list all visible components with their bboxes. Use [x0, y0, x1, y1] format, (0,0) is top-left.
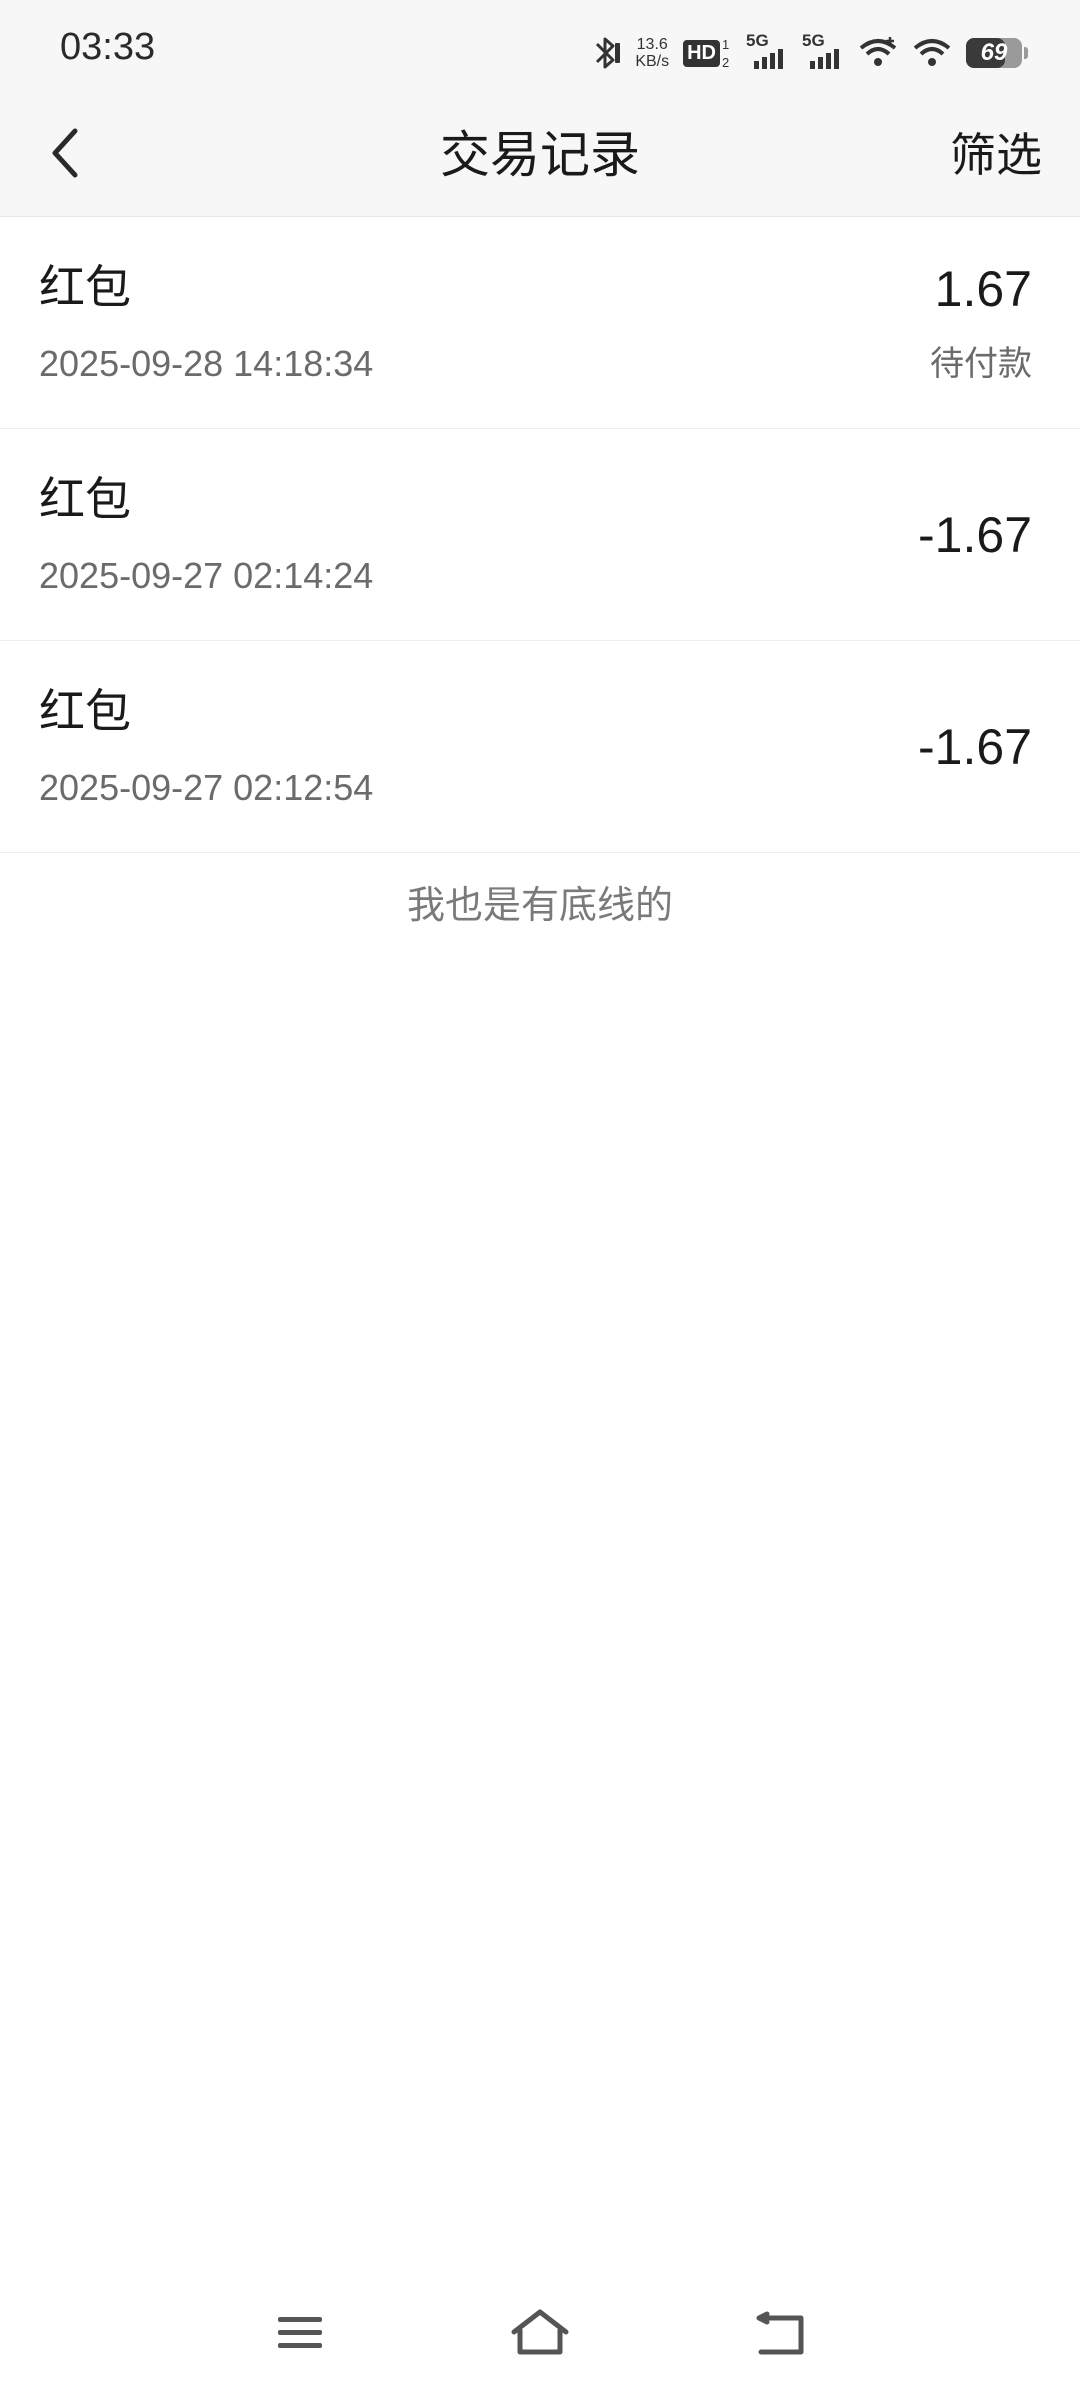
- end-of-list-note: 我也是有底线的: [406, 883, 673, 927]
- menu-icon: [276, 2313, 324, 2357]
- back-nav-button[interactable]: [735, 2300, 825, 2370]
- transaction-amount: -1.67: [918, 507, 1032, 563]
- app-header: 交易记录 筛选: [0, 100, 1080, 217]
- navigation-bar: [0, 2290, 1080, 2380]
- transaction-time: 2025-09-27 02:12:54: [39, 767, 374, 808]
- transaction-list: 红包 2025-09-28 14:18:34 1.67 待付款 红包 2025-…: [0, 217, 1080, 853]
- network-speed-value: 13.6: [636, 36, 668, 53]
- hd-label: HD: [683, 39, 720, 67]
- home-icon: [510, 2308, 570, 2362]
- network-type-2: 5G: [802, 31, 825, 50]
- page-title: 交易记录: [440, 126, 640, 184]
- transaction-title: 红包: [39, 260, 131, 314]
- signal-icon-2: 5G: [802, 31, 844, 71]
- transaction-row[interactable]: 红包 2025-09-27 02:12:54 -1.67: [0, 641, 1080, 853]
- filter-button[interactable]: 筛选: [950, 120, 1042, 190]
- home-button[interactable]: [495, 2300, 585, 2370]
- wifi-calling-icon: [858, 36, 898, 70]
- menu-button[interactable]: [255, 2300, 345, 2370]
- transaction-time: 2025-09-27 02:14:24: [39, 555, 374, 596]
- wifi-icon: [912, 36, 952, 70]
- network-speed: 13.6 KB/s: [635, 36, 669, 70]
- transaction-title: 红包: [39, 472, 131, 526]
- transaction-row[interactable]: 红包 2025-09-28 14:18:34 1.67 待付款: [0, 217, 1080, 429]
- transaction-amount: 1.67: [934, 261, 1032, 317]
- svg-text:1: 1: [722, 37, 729, 52]
- status-icons: 13.6 KB/s HD 1 2 5G 5G 69: [591, 30, 1028, 76]
- battery-icon: 69: [966, 38, 1028, 68]
- svg-text:2: 2: [722, 55, 729, 70]
- transaction-row[interactable]: 红包 2025-09-27 02:14:24 -1.67: [0, 429, 1080, 641]
- back-icon: [753, 2308, 807, 2362]
- battery-level: 69: [980, 39, 1008, 66]
- transaction-title: 红包: [39, 684, 131, 738]
- transaction-time: 2025-09-28 14:18:34: [39, 343, 374, 384]
- status-time: 03:33: [60, 26, 156, 68]
- battery-cap: [1024, 47, 1028, 59]
- bluetooth-icon: [591, 35, 621, 71]
- status-bar: 03:33 13.6 KB/s HD 1 2 5G 5G 69: [0, 0, 1080, 100]
- signal-icon: 5G: [746, 31, 788, 71]
- transaction-status: 待付款: [930, 344, 1032, 384]
- network-speed-unit: KB/s: [635, 53, 670, 70]
- network-type-1: 5G: [746, 31, 769, 50]
- hd-voice-icon: HD 1 2: [683, 36, 732, 70]
- transaction-amount: -1.67: [918, 719, 1032, 775]
